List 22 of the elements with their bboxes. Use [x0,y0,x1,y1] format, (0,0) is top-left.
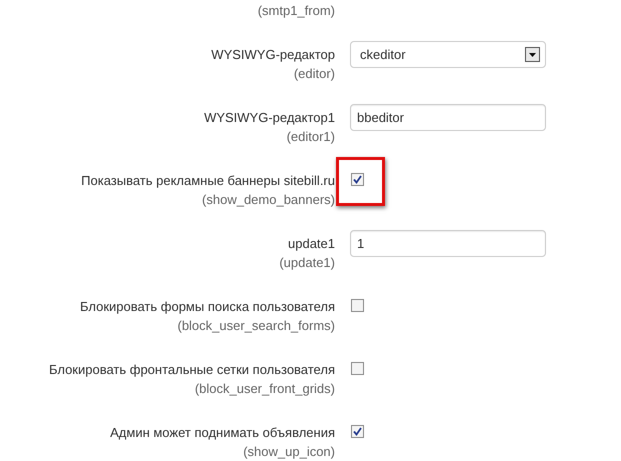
checkbox[interactable] [351,425,364,438]
field-label: Блокировать фронтальные сетки пользователя [48,361,335,379]
field-label: Блокировать формы поиска пользователя [80,298,335,316]
field-key-label: (editor) [294,65,335,83]
field-label: update1 [288,235,335,253]
field-key-label: (editor1) [286,128,335,146]
checkbox[interactable] [351,299,364,312]
text-field[interactable]: bbeditor [350,104,546,131]
field-label: WYSIWYG-редактор [211,46,335,64]
field-label: Админ может поднимать объявления [110,424,335,442]
checkbox[interactable] [351,362,364,375]
checkbox[interactable] [351,173,364,186]
field-key-label: (smtp1_from) [258,2,335,20]
field-label: WYSIWYG-редактор1 [204,109,335,127]
field-key-label: (update1) [279,254,335,272]
field-label: Показывать рекламные баннеры sitebill.ru [81,172,335,190]
field-key-label: (block_user_front_grids) [194,380,335,398]
field-key-label: (show_demo_banners) [202,191,335,209]
field-key-label: (block_user_search_forms) [177,317,335,335]
editor-dropdown[interactable]: ckeditor [350,41,546,68]
text-field[interactable]: 1 [350,230,546,257]
field-key-label: (show_up_icon) [243,443,335,461]
